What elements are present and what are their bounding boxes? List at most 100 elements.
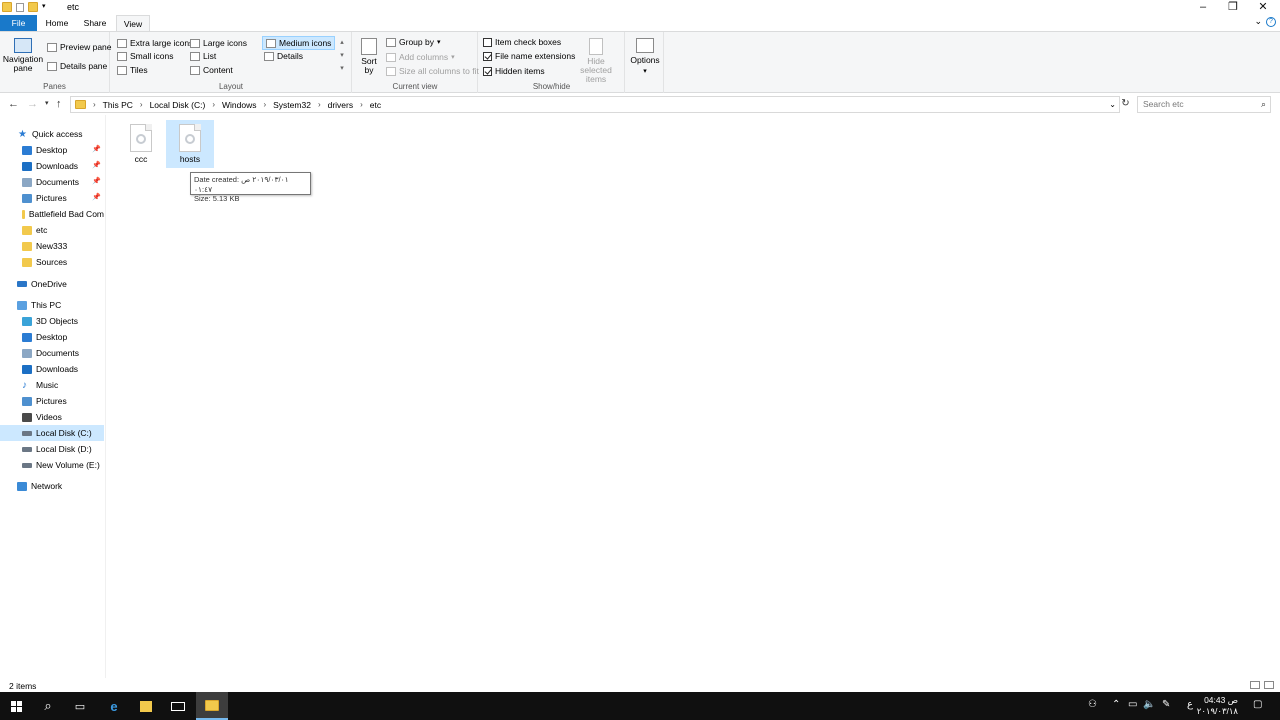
store-icon[interactable] — [130, 692, 162, 720]
layout-content[interactable]: Content — [190, 65, 233, 75]
sidebar-item-local-disk-d[interactable]: Local Disk (D:) — [0, 441, 104, 457]
tab-file[interactable]: File — [0, 15, 37, 31]
clock[interactable]: 04:43 ص ٢٠١٩/٠٣/١٨ — [1197, 695, 1238, 717]
file-item[interactable]: hosts — [166, 120, 214, 168]
sidebar-item-onedrive[interactable]: OneDrive — [0, 276, 104, 292]
sidebar-item-battlefield[interactable]: Battlefield Bad Com — [0, 206, 104, 222]
task-view-icon[interactable]: ▭ — [64, 692, 96, 720]
hidden-items-checkbox[interactable]: Hidden items — [483, 66, 545, 76]
refresh-icon[interactable]: ↻ — [1118, 96, 1133, 113]
sidebar-item-3d-objects[interactable]: 3D Objects — [0, 313, 104, 329]
sidebar-item-new333[interactable]: New333 — [0, 238, 104, 254]
breadcrumb-local-disk[interactable]: Local Disk (C:) — [150, 100, 206, 110]
edge-browser-icon[interactable]: e — [98, 692, 130, 720]
gear-icon — [185, 134, 195, 144]
sidebar-item-pc-documents[interactable]: Documents — [0, 345, 104, 361]
layout-small-icons[interactable]: Small icons — [117, 51, 173, 61]
breadcrumb-windows[interactable]: Windows — [222, 100, 256, 110]
breadcrumb-separator-icon[interactable]: › — [318, 100, 321, 109]
sidebar-item-documents[interactable]: Documents 📌 — [0, 174, 104, 190]
layout-small-icons-label: Small icons — [130, 51, 174, 61]
search-input[interactable]: Search etc ⌕ — [1137, 96, 1271, 113]
layout-scroll[interactable]: ▴ ▾ ▾ — [337, 36, 347, 76]
back-arrow-icon[interactable]: ← — [8, 97, 19, 111]
sidebar-item-sources[interactable]: Sources — [0, 254, 104, 270]
layout-tiles[interactable]: Tiles — [117, 65, 148, 75]
file-explorer-taskbar-icon[interactable] — [196, 692, 228, 720]
tab-share[interactable]: Share — [76, 15, 114, 31]
input-language[interactable]: ع — [1187, 699, 1193, 710]
customize-toolbar-icon[interactable]: ▾ — [42, 2, 52, 12]
layout-large-icons[interactable]: Large icons — [190, 38, 247, 48]
item-count: 2 items — [9, 681, 37, 691]
network-tray-icon[interactable]: ▭ — [1128, 699, 1137, 710]
details-pane-button[interactable]: Details pane — [47, 61, 107, 71]
sidebar-item-new-volume-e[interactable]: New Volume (E:) — [0, 457, 104, 473]
properties-icon[interactable] — [16, 2, 24, 12]
people-icon[interactable]: ⚇ — [1088, 699, 1097, 710]
close-button[interactable]: ✕ — [1248, 0, 1278, 15]
breadcrumb-separator-icon[interactable]: › — [140, 100, 143, 109]
start-button[interactable] — [0, 692, 32, 720]
video-icon — [22, 412, 32, 422]
breadcrumb-separator-icon[interactable]: › — [263, 100, 266, 109]
sidebar-item-this-pc[interactable]: This PC — [0, 297, 104, 313]
navigation-pane-icon — [14, 38, 32, 53]
item-check-boxes-checkbox[interactable]: Item check boxes — [483, 37, 561, 47]
mail-icon[interactable] — [162, 692, 194, 720]
sort-by-button[interactable]: Sort by — [359, 38, 379, 75]
minimize-button[interactable]: – — [1188, 0, 1218, 15]
layout-extra-large-icons[interactable]: Extra large icons — [117, 38, 193, 48]
layout-medium-icons[interactable]: Medium icons — [262, 36, 336, 50]
address-dropdown-icon[interactable]: ⌄ — [1109, 100, 1116, 109]
sidebar-item-videos[interactable]: Videos — [0, 409, 104, 425]
group-by-button[interactable]: Group by ▾ — [386, 37, 440, 47]
volume-icon[interactable]: 🔈 — [1143, 699, 1155, 710]
layout-details[interactable]: Details — [264, 51, 303, 61]
file-name-extensions-checkbox[interactable]: File name extensions — [483, 51, 575, 61]
details-view-icon[interactable] — [1250, 681, 1260, 689]
tab-view[interactable]: View — [116, 15, 150, 31]
notifications-icon[interactable]: ▢ — [1253, 699, 1262, 710]
breadcrumb-system32[interactable]: System32 — [273, 100, 311, 110]
sidebar-item-downloads[interactable]: Downloads 📌 — [0, 158, 104, 174]
forward-arrow-icon[interactable]: → — [27, 97, 38, 111]
pen-icon[interactable]: ✎ — [1162, 699, 1170, 710]
options-button[interactable]: Options ▾ — [630, 38, 660, 75]
preview-pane-button[interactable]: Preview pane — [47, 42, 112, 52]
new-folder-icon[interactable] — [28, 2, 38, 12]
sidebar-item-network[interactable]: Network — [0, 478, 104, 494]
up-arrow-icon[interactable]: ↑ — [56, 97, 62, 111]
sidebar-item-pc-pictures[interactable]: Pictures — [0, 393, 104, 409]
address-bar[interactable]: › This PC › Local Disk (C:) › Windows › … — [70, 96, 1120, 113]
tab-home[interactable]: Home — [38, 15, 76, 31]
pin-icon: 📌 — [92, 194, 101, 201]
sidebar-item-music[interactable]: ♪ Music — [0, 377, 104, 393]
size-all-columns-button[interactable]: Size all columns to fit — [386, 66, 479, 76]
breadcrumb-separator-icon[interactable]: › — [360, 100, 363, 109]
sidebar-item-etc[interactable]: etc — [0, 222, 104, 238]
breadcrumb-etc[interactable]: etc — [370, 100, 381, 110]
search-taskbar-icon[interactable]: ⌕ — [32, 692, 64, 720]
large-icons-view-icon[interactable] — [1264, 681, 1274, 689]
sidebar-item-quick-access[interactable]: ★ Quick access — [0, 126, 104, 142]
collapse-ribbon-icon[interactable]: ⌄ — [1254, 16, 1262, 27]
sidebar-item-local-disk-c[interactable]: Local Disk (C:) — [0, 425, 104, 441]
breadcrumb-drivers[interactable]: drivers — [328, 100, 354, 110]
sidebar-item-desktop[interactable]: Desktop 📌 — [0, 142, 104, 158]
sidebar-item-pc-downloads[interactable]: Downloads — [0, 361, 104, 377]
breadcrumb-separator-icon[interactable]: › — [212, 100, 215, 109]
title-bar: ▾ etc – ❐ ✕ — [0, 0, 1280, 15]
layout-list[interactable]: List — [190, 51, 216, 61]
show-hidden-icons[interactable]: ⌃ — [1112, 699, 1120, 710]
file-item[interactable]: ccc — [117, 120, 165, 168]
navigation-pane-button[interactable]: Navigation pane — [3, 38, 43, 73]
sidebar-item-pc-desktop[interactable]: Desktop — [0, 329, 104, 345]
add-columns-button[interactable]: Add columns ▾ — [386, 52, 455, 62]
recent-locations-icon[interactable]: ▾ — [45, 97, 49, 111]
hide-selected-items-button[interactable]: Hide selected items — [571, 38, 621, 84]
help-icon[interactable]: ? — [1266, 17, 1276, 27]
breadcrumb-this-pc[interactable]: This PC — [103, 100, 133, 110]
sidebar-item-pictures[interactable]: Pictures 📌 — [0, 190, 104, 206]
maximize-button[interactable]: ❐ — [1218, 0, 1248, 15]
